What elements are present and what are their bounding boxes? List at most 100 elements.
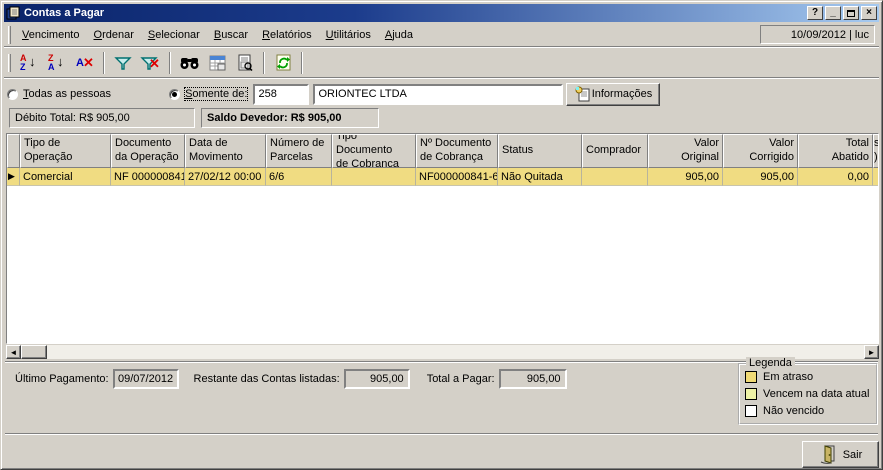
nao-vencido-label: Não vencido	[763, 405, 824, 417]
informacoes-label: Informações	[592, 88, 653, 100]
column-header-clipped[interactable]: s )	[873, 134, 879, 168]
clear-sort-button[interactable]: A ✕	[73, 51, 97, 74]
scroll-right-icon: ►	[868, 348, 876, 357]
column-header-total-abatido[interactable]: Total Abatido	[798, 134, 873, 168]
radio-somente-de[interactable]	[169, 89, 180, 100]
maximize-icon	[847, 10, 855, 17]
divider	[5, 433, 878, 435]
report-preview-button[interactable]	[233, 51, 257, 74]
column-header-valor-original[interactable]: Valor Original	[648, 134, 723, 168]
menu-relatorios[interactable]: Relatórios	[255, 26, 319, 44]
column-header-documento-operacao[interactable]: Documento da Operação	[111, 134, 185, 168]
legend-item-em-atraso: Em atraso	[745, 368, 871, 385]
em-atraso-swatch	[745, 371, 757, 383]
spreadsheet-button[interactable]	[205, 51, 229, 74]
saldo-devedor-panel: Saldo Devedor: R$ 905,00	[201, 108, 379, 128]
scroll-left-button[interactable]: ◄	[6, 345, 21, 359]
toolbar-separator	[263, 52, 265, 74]
app-icon	[6, 6, 20, 20]
sort-descending-icon: Z A ↓	[47, 54, 67, 72]
informacoes-icon	[575, 86, 591, 102]
column-header-valor-corrigido[interactable]: Valor Corrigido	[723, 134, 798, 168]
debito-total-panel: Débito Total: R$ 905,00	[9, 108, 195, 128]
column-header-status[interactable]: Status	[498, 134, 582, 168]
menu-buscar[interactable]: Buscar	[207, 26, 255, 44]
column-header-indicator[interactable]	[7, 134, 20, 168]
toolbar-separator	[103, 52, 105, 74]
column-header-data-movimento[interactable]: Data de Movimento	[185, 134, 266, 168]
total-a-pagar-label: Total a Pagar:	[427, 373, 495, 385]
sort-ascending-button[interactable]: A Z ↓	[17, 51, 41, 74]
person-name-input[interactable]	[313, 84, 563, 105]
total-a-pagar-value: 905,00	[499, 369, 567, 389]
menu-vencimento[interactable]: Vencimento	[15, 26, 87, 44]
close-icon: ×	[866, 8, 872, 18]
cell-tipo-doc-cobranca	[332, 168, 416, 186]
scroll-right-button[interactable]: ►	[864, 345, 879, 359]
ultimo-pagamento-label: Último Pagamento:	[15, 373, 109, 385]
ultimo-pagamento-value: 09/07/2012	[113, 369, 179, 389]
date-user-panel: 10/09/2012 | luc	[760, 25, 875, 44]
spreadsheet-icon	[209, 55, 226, 71]
clear-filter-button[interactable]: ✕	[139, 51, 163, 74]
restante-value: 905,00	[344, 369, 410, 389]
legend-title: Legenda	[746, 357, 795, 369]
menu-gripper[interactable]	[8, 26, 11, 44]
vencem-hoje-label: Vencem na data atual	[763, 388, 869, 400]
restante-label: Restante das Contas listadas:	[194, 373, 340, 385]
find-button[interactable]	[177, 51, 201, 74]
sair-button[interactable]: Sair	[802, 441, 879, 468]
cell-num-doc-cobranca: NF000000841-6	[416, 168, 498, 186]
app-window: Contas a Pagar ? _ × Vencimento Ordenar …	[0, 0, 883, 470]
grid-header: Tipo de Operação Documento da Operação D…	[7, 134, 878, 168]
column-header-tipo-operacao[interactable]: Tipo de Operação	[20, 134, 111, 168]
exit-door-icon	[819, 445, 837, 464]
scroll-left-icon: ◄	[10, 348, 18, 357]
cell-clipped	[873, 168, 879, 186]
footer-totals-row: Último Pagamento: 09/07/2012 Restante da…	[15, 369, 567, 389]
help-icon: ?	[812, 8, 818, 18]
vencem-hoje-swatch	[745, 388, 757, 400]
cell-valor-original: 905,00	[648, 168, 723, 186]
radio-todas-as-pessoas[interactable]	[7, 89, 18, 100]
cell-documento-operacao: NF 000000841	[111, 168, 185, 186]
scrollbar-thumb[interactable]	[21, 345, 47, 359]
report-preview-icon	[237, 54, 253, 71]
window-title: Contas a Pagar	[24, 7, 805, 19]
radio-todas-label[interactable]: Todas as pessoas	[23, 88, 111, 100]
menu-selecionar[interactable]: Selecionar	[141, 26, 207, 44]
refresh-button[interactable]	[271, 51, 295, 74]
em-atraso-label: Em atraso	[763, 371, 813, 383]
scrollbar-track[interactable]	[47, 345, 864, 359]
cell-numero-parcelas: 6/6	[266, 168, 332, 186]
toolbar-gripper[interactable]	[8, 54, 11, 72]
minimize-button[interactable]: _	[825, 6, 841, 20]
menu-ajuda[interactable]: Ajuda	[378, 26, 420, 44]
contas-grid: Tipo de Operação Documento da Operação D…	[6, 133, 879, 344]
person-filter-row: Todas as pessoas Somente de: Informações	[7, 83, 876, 105]
legend-groupbox: Legenda Em atraso Vencem na data atual N…	[738, 363, 878, 425]
column-header-comprador[interactable]: Comprador	[582, 134, 648, 168]
title-bar: Contas a Pagar ? _ ×	[4, 4, 879, 22]
cell-total-abatido: 0,00	[798, 168, 873, 186]
radio-somente-label[interactable]: Somente de:	[185, 88, 247, 100]
maximize-button[interactable]	[843, 6, 859, 20]
column-header-tipo-doc-cobranca[interactable]: Tipo Documento de Cobrança	[332, 134, 416, 168]
toolbar: A Z ↓ Z A ↓ A ✕	[4, 48, 879, 78]
help-button[interactable]: ?	[807, 6, 823, 20]
table-row[interactable]: ▶ Comercial NF 000000841 27/02/12 00:00 …	[7, 168, 878, 186]
informacoes-button[interactable]: Informações	[566, 83, 660, 106]
filter-button[interactable]	[111, 51, 135, 74]
clear-sort-icon: A ✕	[75, 54, 95, 72]
column-header-num-doc-cobranca[interactable]: Nº Documento de Cobrança	[416, 134, 498, 168]
sort-descending-button[interactable]: Z A ↓	[45, 51, 69, 74]
column-header-numero-parcelas[interactable]: Número de Parcelas	[266, 134, 332, 168]
menu-ordenar[interactable]: Ordenar	[87, 26, 141, 44]
cell-comprador	[582, 168, 648, 186]
close-button[interactable]: ×	[861, 6, 877, 20]
person-code-input[interactable]	[253, 84, 309, 105]
toolbar-separator	[301, 52, 303, 74]
menu-utilitarios[interactable]: Utilitários	[319, 26, 378, 44]
sair-label: Sair	[843, 449, 863, 461]
legend-item-vencem-hoje: Vencem na data atual	[745, 385, 871, 402]
